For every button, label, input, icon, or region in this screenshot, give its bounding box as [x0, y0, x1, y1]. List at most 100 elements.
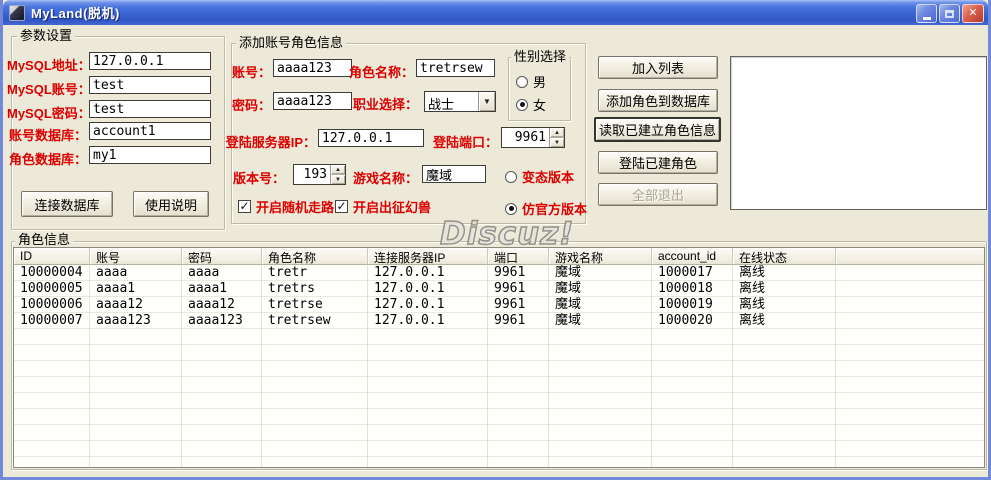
- roles-table[interactable]: ID账号密码角色名称连接服务器IP端口游戏名称account_id在线状态 10…: [13, 247, 985, 468]
- table-row[interactable]: 10000007aaaa123aaaa123tretrsew127.0.0.19…: [14, 313, 984, 329]
- table-cell: tretr: [262, 265, 368, 281]
- table-cell: 9961: [488, 281, 549, 297]
- log-listbox[interactable]: [730, 56, 987, 210]
- table-row[interactable]: 10000004aaaaaaaatretr127.0.0.19961魔域1000…: [14, 265, 984, 281]
- maximize-icon: [945, 10, 954, 18]
- table-cell: 10000006: [14, 297, 90, 313]
- random-walk-checkbox[interactable]: ✓ 开启随机走路: [238, 197, 334, 216]
- version-label: 版本号：: [231, 168, 285, 187]
- maximize-button[interactable]: [939, 4, 960, 23]
- random-walk-label: 开启随机走路: [256, 197, 334, 216]
- close-button[interactable]: ✕: [962, 4, 984, 23]
- column-header[interactable]: account_id: [652, 248, 733, 265]
- bt-version-radio[interactable]: 变态版本: [505, 167, 574, 186]
- pet-expedition-label: 开启出征幻兽: [353, 197, 431, 216]
- password-input[interactable]: [273, 92, 352, 110]
- table-body[interactable]: 10000004aaaaaaaatretr127.0.0.19961魔域1000…: [14, 265, 984, 468]
- bt-version-label: 变态版本: [522, 167, 574, 186]
- account-db-input[interactable]: [89, 122, 211, 140]
- login-role-button[interactable]: 登陆已建角色: [598, 151, 718, 174]
- role-db-input[interactable]: [89, 146, 211, 164]
- mysql-user-input[interactable]: [89, 76, 211, 94]
- profession-select[interactable]: 战士 ▼: [424, 91, 496, 112]
- table-cell: tretrs: [262, 281, 368, 297]
- port-spinner[interactable]: 9961 ▲ ▼: [501, 127, 565, 148]
- add-role-group-title: 添加账号角色信息: [236, 36, 346, 50]
- app-window: MyLand(脱机) ✕ 参数设置 MySQL地址： MySQL账号： MySQ…: [0, 0, 991, 480]
- table-cell: 10000005: [14, 281, 90, 297]
- minimize-icon: [923, 17, 931, 20]
- table-cell: aaaa1: [182, 281, 262, 297]
- radio-icon[interactable]: [516, 76, 528, 88]
- port-label: 登陆端口：: [431, 132, 498, 151]
- table-cell: 10000004: [14, 265, 90, 281]
- profession-label: 职业选择：: [353, 94, 418, 113]
- radio-icon[interactable]: [505, 171, 517, 183]
- column-header[interactable]: [836, 248, 985, 265]
- table-cell: 1000017: [652, 265, 733, 281]
- mysql-host-input[interactable]: [89, 52, 211, 70]
- server-ip-input[interactable]: [318, 129, 424, 147]
- spinner-down-icon[interactable]: ▼: [550, 138, 564, 147]
- read-roles-button[interactable]: 读取已建立角色信息: [594, 117, 721, 142]
- params-group-title: 参数设置: [17, 29, 75, 43]
- add-to-list-button[interactable]: 加入列表: [598, 56, 718, 79]
- column-header[interactable]: 角色名称: [262, 248, 368, 265]
- table-cell: tretrse: [262, 297, 368, 313]
- table-cell: 离线: [733, 265, 836, 281]
- dropdown-arrow-icon[interactable]: ▼: [478, 92, 495, 111]
- radio-icon[interactable]: [505, 203, 517, 215]
- table-cell: 魔域: [549, 281, 652, 297]
- gender-female-radio[interactable]: 女: [516, 95, 546, 114]
- help-button[interactable]: 使用说明: [133, 191, 209, 217]
- checkbox-icon[interactable]: ✓: [335, 200, 348, 213]
- column-header[interactable]: 在线状态: [733, 248, 836, 265]
- port-value: 9961: [502, 128, 549, 147]
- app-icon: [9, 5, 25, 21]
- table-cell: 魔域: [549, 265, 652, 281]
- table-cell: tretrsew: [262, 313, 368, 329]
- game-name-label: 游戏名称：: [353, 168, 418, 187]
- table-row[interactable]: 10000005aaaa1aaaa1tretrs127.0.0.19961魔域1…: [14, 281, 984, 297]
- table-row[interactable]: 10000006aaaa12aaaa12tretrse127.0.0.19961…: [14, 297, 984, 313]
- exit-all-button: 全部退出: [598, 183, 718, 206]
- version-value: 193: [294, 165, 330, 184]
- column-header[interactable]: ID: [14, 248, 90, 265]
- table-cell: 1000019: [652, 297, 733, 313]
- gender-group-title: 性别选择: [511, 50, 569, 64]
- official-version-radio[interactable]: 仿官方版本: [505, 199, 587, 218]
- mysql-host-label: MySQL地址：: [7, 55, 87, 74]
- mysql-password-label: MySQL密码：: [7, 103, 87, 122]
- column-header[interactable]: 游戏名称: [549, 248, 652, 265]
- pet-expedition-checkbox[interactable]: ✓ 开启出征幻兽: [335, 197, 431, 216]
- table-cell: 10000007: [14, 313, 90, 329]
- spinner-down-icon[interactable]: ▼: [331, 175, 345, 184]
- game-name-input[interactable]: [422, 165, 486, 183]
- add-role-to-db-button[interactable]: 添加角色到数据库: [598, 89, 718, 112]
- version-spinner[interactable]: 193 ▲ ▼: [293, 164, 346, 185]
- account-input[interactable]: [273, 59, 352, 77]
- role-name-input[interactable]: [416, 59, 495, 77]
- spinner-up-icon[interactable]: ▲: [550, 128, 564, 138]
- column-header[interactable]: 密码: [182, 248, 262, 265]
- spinner-up-icon[interactable]: ▲: [331, 165, 345, 175]
- password-label: 密码：: [227, 95, 271, 114]
- table-cell: aaaa1: [90, 281, 182, 297]
- minimize-button[interactable]: [916, 4, 937, 23]
- column-header[interactable]: 连接服务器IP: [368, 248, 488, 265]
- column-header[interactable]: 端口: [488, 248, 549, 265]
- gender-male-radio[interactable]: 男: [516, 72, 546, 91]
- radio-icon[interactable]: [516, 99, 528, 111]
- table-cell: 9961: [488, 297, 549, 313]
- title-bar[interactable]: MyLand(脱机) ✕: [3, 0, 988, 25]
- connect-db-button[interactable]: 连接数据库: [21, 191, 113, 217]
- column-header[interactable]: 账号: [90, 248, 182, 265]
- checkbox-icon[interactable]: ✓: [238, 200, 251, 213]
- role-name-label: 角色名称：: [349, 62, 414, 81]
- table-cell: 1000020: [652, 313, 733, 329]
- table-header: ID账号密码角色名称连接服务器IP端口游戏名称account_id在线状态: [14, 248, 984, 265]
- mysql-password-input[interactable]: [89, 100, 211, 118]
- table-cell: 127.0.0.1: [368, 297, 488, 313]
- roles-group-title: 角色信息: [15, 233, 73, 247]
- table-cell: 1000018: [652, 281, 733, 297]
